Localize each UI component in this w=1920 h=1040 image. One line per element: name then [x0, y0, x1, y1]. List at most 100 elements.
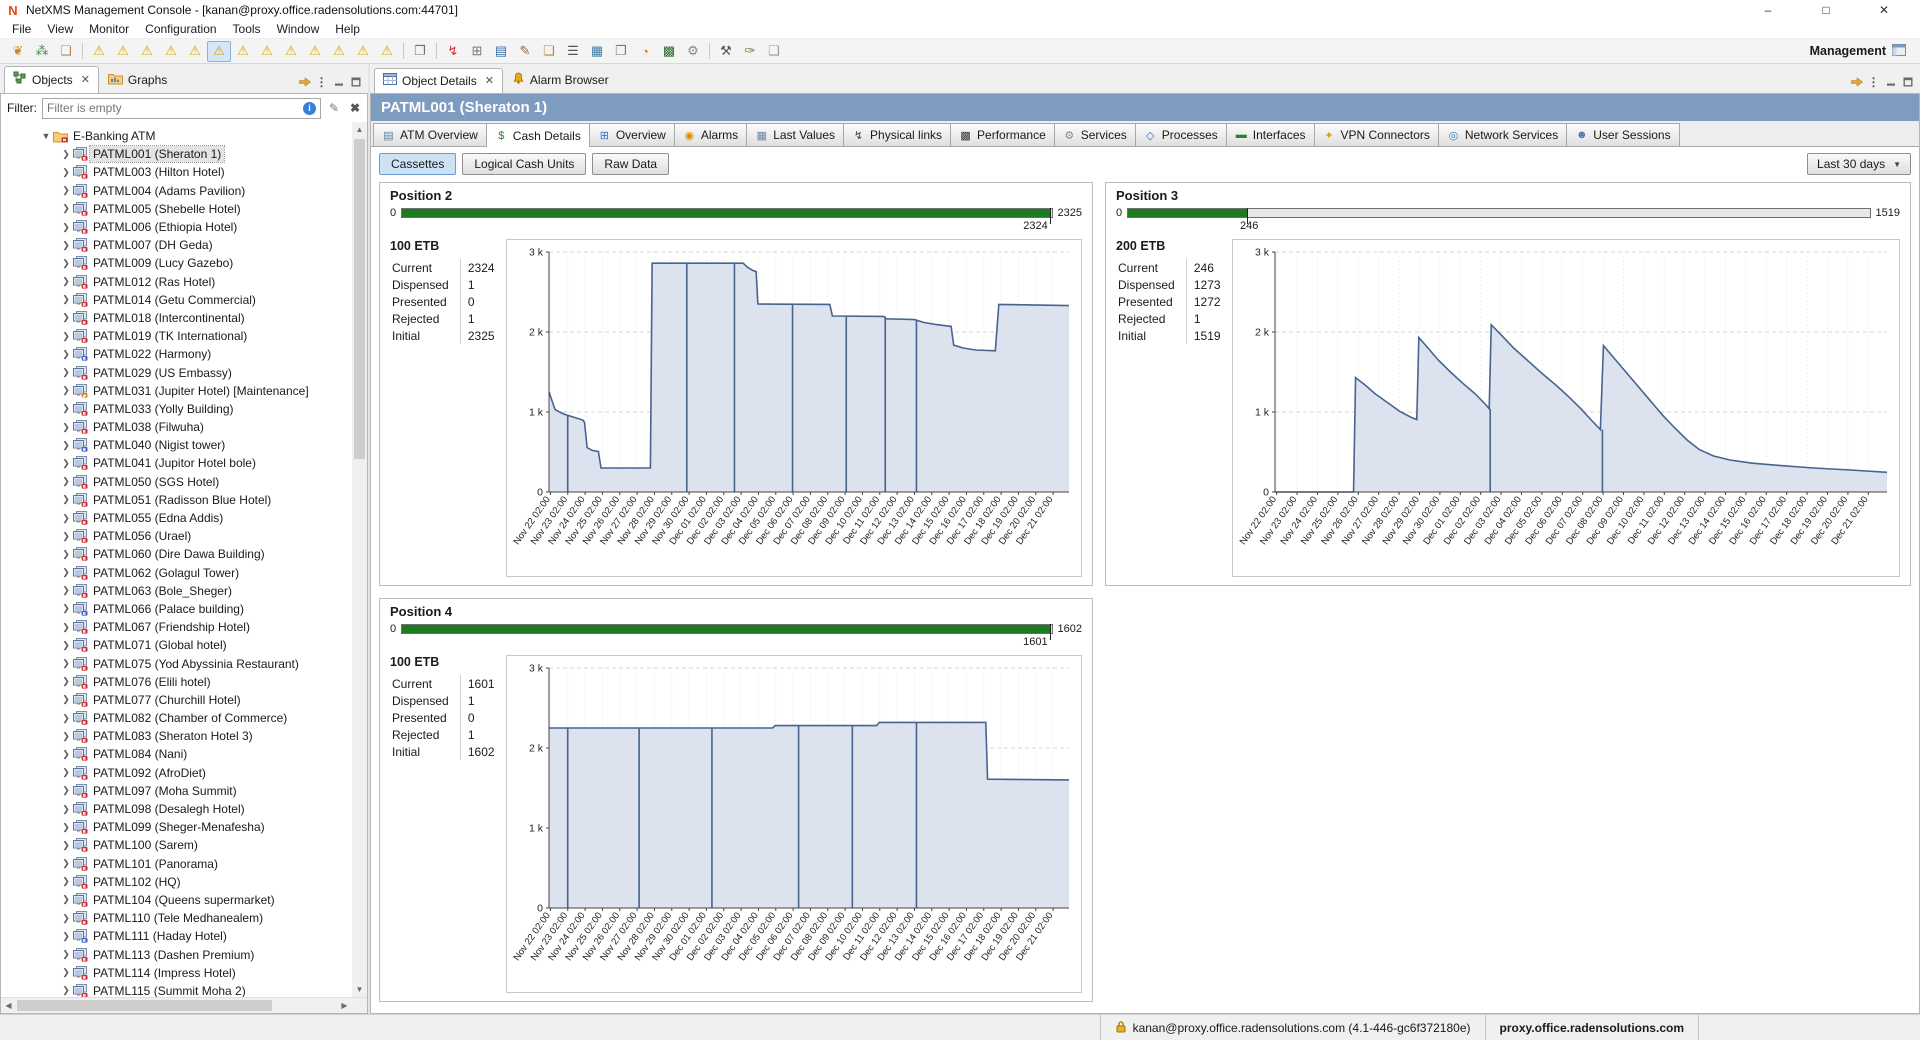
- tree-item-patml071[interactable]: ❯PATML071 (Global hotel): [1, 636, 352, 654]
- tree-vertical-scrollbar[interactable]: ▲ ▼: [352, 122, 367, 997]
- expand-icon[interactable]: ❯: [59, 476, 73, 487]
- expand-icon[interactable]: ❯: [59, 913, 73, 924]
- expand-icon[interactable]: ❯: [59, 240, 73, 251]
- menu-view[interactable]: View: [39, 21, 81, 37]
- maximize-view-icon[interactable]: [347, 73, 364, 90]
- filter-clear-icon[interactable]: ✖: [347, 101, 363, 115]
- expand-icon[interactable]: ❯: [59, 167, 73, 178]
- tree-item-patml007[interactable]: ❯PATML007 (DH Geda): [1, 236, 352, 254]
- expand-icon[interactable]: ❯: [59, 713, 73, 724]
- tree-item-patml114[interactable]: ❯PATML114 (Impress Hotel): [1, 964, 352, 982]
- graph-view-icon[interactable]: ▩: [657, 41, 681, 62]
- server-config-icon[interactable]: ⚙: [681, 41, 705, 62]
- copy-icon[interactable]: ❐: [609, 41, 633, 62]
- refresh-view-icon[interactable]: [1848, 73, 1865, 90]
- tree-horizontal-scrollbar[interactable]: ◀ ▶: [1, 997, 367, 1013]
- maximize-view-icon[interactable]: [1899, 73, 1916, 90]
- tree-item-patml098[interactable]: ❯PATML098 (Desalegh Hotel): [1, 800, 352, 818]
- expand-icon[interactable]: ❯: [59, 731, 73, 742]
- menu-help[interactable]: Help: [327, 21, 368, 37]
- expand-icon[interactable]: ❯: [59, 804, 73, 815]
- expand-icon[interactable]: ❯: [59, 931, 73, 942]
- expand-icon[interactable]: ❯: [59, 222, 73, 233]
- tree-item-patml006[interactable]: ❯PATML006 (Ethiopia Hotel): [1, 218, 352, 236]
- object-tree-icon[interactable]: ⁂: [30, 41, 54, 62]
- tree-item-patml084[interactable]: ❯PATML084 (Nani): [1, 745, 352, 763]
- alarm-filter-3-icon[interactable]: ⚠: [135, 41, 159, 62]
- expand-icon[interactable]: ❯: [59, 276, 73, 287]
- close-tab-icon[interactable]: ✕: [485, 74, 494, 87]
- image-library-icon[interactable]: ▦: [585, 41, 609, 62]
- close-tab-icon[interactable]: ✕: [81, 73, 90, 86]
- expand-icon[interactable]: ❯: [59, 858, 73, 869]
- tree-item-patml050[interactable]: ❯PATML050 (SGS Hotel): [1, 473, 352, 491]
- refresh-view-icon[interactable]: [296, 73, 313, 90]
- raw-data-button[interactable]: Raw Data: [592, 153, 669, 175]
- logical-cash-units-button[interactable]: Logical Cash Units: [462, 153, 586, 175]
- expand-icon[interactable]: ❯: [59, 658, 73, 669]
- expand-icon[interactable]: ❯: [59, 949, 73, 960]
- tree-item-patml056[interactable]: ❯PATML056 (Urael): [1, 527, 352, 545]
- expand-icon[interactable]: ❯: [59, 203, 73, 214]
- tree-item-patml005[interactable]: ❯PATML005 (Shebelle Hotel): [1, 200, 352, 218]
- expand-icon[interactable]: ❯: [59, 531, 73, 542]
- alarm-filter-6-icon[interactable]: ⚠: [207, 41, 231, 62]
- editor-tab-alarm-browser[interactable]: Alarm Browser: [503, 67, 618, 93]
- expand-icon[interactable]: ❯: [59, 822, 73, 833]
- filter-input[interactable]: [47, 101, 303, 115]
- expand-icon[interactable]: ❯: [59, 403, 73, 414]
- expand-icon[interactable]: ❯: [59, 422, 73, 433]
- alarm-filter-10-icon[interactable]: ⚠: [303, 41, 327, 62]
- tree-item-patml077[interactable]: ❯PATML077 (Churchill Hotel): [1, 691, 352, 709]
- tree-item-patml004[interactable]: ❯PATML004 (Adams Pavilion): [1, 182, 352, 200]
- tree-item-patml009[interactable]: ❯PATML009 (Lucy Gazebo): [1, 254, 352, 272]
- tree-item-patml082[interactable]: ❯PATML082 (Chamber of Commerce): [1, 709, 352, 727]
- tree-item-patml003[interactable]: ❯PATML003 (Hilton Hotel): [1, 163, 352, 181]
- tree-item-patml041[interactable]: ❯PATML041 (Jupitor Hotel bole): [1, 454, 352, 472]
- menu-configuration[interactable]: Configuration: [137, 21, 224, 37]
- expand-icon[interactable]: ❯: [59, 894, 73, 905]
- tree-item-patml063[interactable]: ❯PATML063 (Bole_Sheger): [1, 582, 352, 600]
- collapse-icon[interactable]: ▼: [39, 131, 53, 141]
- expand-icon[interactable]: ❯: [59, 567, 73, 578]
- tree-item-patml100[interactable]: ❯PATML100 (Sarem): [1, 836, 352, 854]
- tree-root-e-banking-atm[interactable]: ▼E-Banking ATM: [1, 127, 352, 145]
- view-menu-icon[interactable]: ⋮: [1865, 73, 1882, 90]
- filter-edit-icon[interactable]: ✎: [326, 101, 342, 115]
- tree-item-patml012[interactable]: ❯PATML012 (Ras Hotel): [1, 273, 352, 291]
- tree-item-patml022[interactable]: ❯PATML022 (Harmony): [1, 345, 352, 363]
- tree-item-patml067[interactable]: ❯PATML067 (Friendship Hotel): [1, 618, 352, 636]
- alarm-filter-13-icon[interactable]: ⚠: [375, 41, 399, 62]
- tree-item-patml102[interactable]: ❯PATML102 (HQ): [1, 873, 352, 891]
- tree-item-patml060[interactable]: ❯PATML060 (Dire Dawa Building): [1, 545, 352, 563]
- minimize-view-icon[interactable]: [1882, 73, 1899, 90]
- minimize-window-icon[interactable]: –: [1754, 3, 1782, 17]
- minimize-view-icon[interactable]: [330, 73, 347, 90]
- expand-icon[interactable]: ❯: [59, 840, 73, 851]
- tree-item-patml055[interactable]: ❯PATML055 (Edna Addis): [1, 509, 352, 527]
- alarm-filter-4-icon[interactable]: ⚠: [159, 41, 183, 62]
- close-window-icon[interactable]: ✕: [1870, 3, 1898, 17]
- menu-monitor[interactable]: Monitor: [81, 21, 137, 37]
- tools-icon[interactable]: ⚒: [714, 41, 738, 62]
- expand-icon[interactable]: ❯: [59, 985, 73, 996]
- tree-item-patml113[interactable]: ❯PATML113 (Dashen Premium): [1, 945, 352, 963]
- tree-item-patml110[interactable]: ❯PATML110 (Tele Medhanealem): [1, 909, 352, 927]
- alarm-filter-8-icon[interactable]: ⚠: [255, 41, 279, 62]
- tab-physical-links[interactable]: ↯Physical links: [844, 123, 951, 146]
- expand-icon[interactable]: ❯: [59, 622, 73, 633]
- print-icon[interactable]: ❐: [408, 41, 432, 62]
- expand-icon[interactable]: ❯: [59, 312, 73, 323]
- expand-icon[interactable]: ❯: [59, 294, 73, 305]
- open-console-icon[interactable]: ❦: [6, 41, 30, 62]
- notes-icon[interactable]: ❑: [762, 41, 786, 62]
- tree-item-patml076[interactable]: ❯PATML076 (Elili hotel): [1, 673, 352, 691]
- expand-icon[interactable]: ❯: [59, 185, 73, 196]
- expand-icon[interactable]: ❯: [59, 258, 73, 269]
- tree-item-patml083[interactable]: ❯PATML083 (Sheraton Hotel 3): [1, 727, 352, 745]
- tree-item-patml111[interactable]: ❯PATML111 (Haday Hotel): [1, 927, 352, 945]
- tab-cash-details[interactable]: $Cash Details: [487, 123, 590, 147]
- alarm-filter-1-icon[interactable]: ⚠: [87, 41, 111, 62]
- tab-performance[interactable]: ▩Performance: [951, 123, 1055, 146]
- tree-item-patml099[interactable]: ❯PATML099 (Sheger-Menafesha): [1, 818, 352, 836]
